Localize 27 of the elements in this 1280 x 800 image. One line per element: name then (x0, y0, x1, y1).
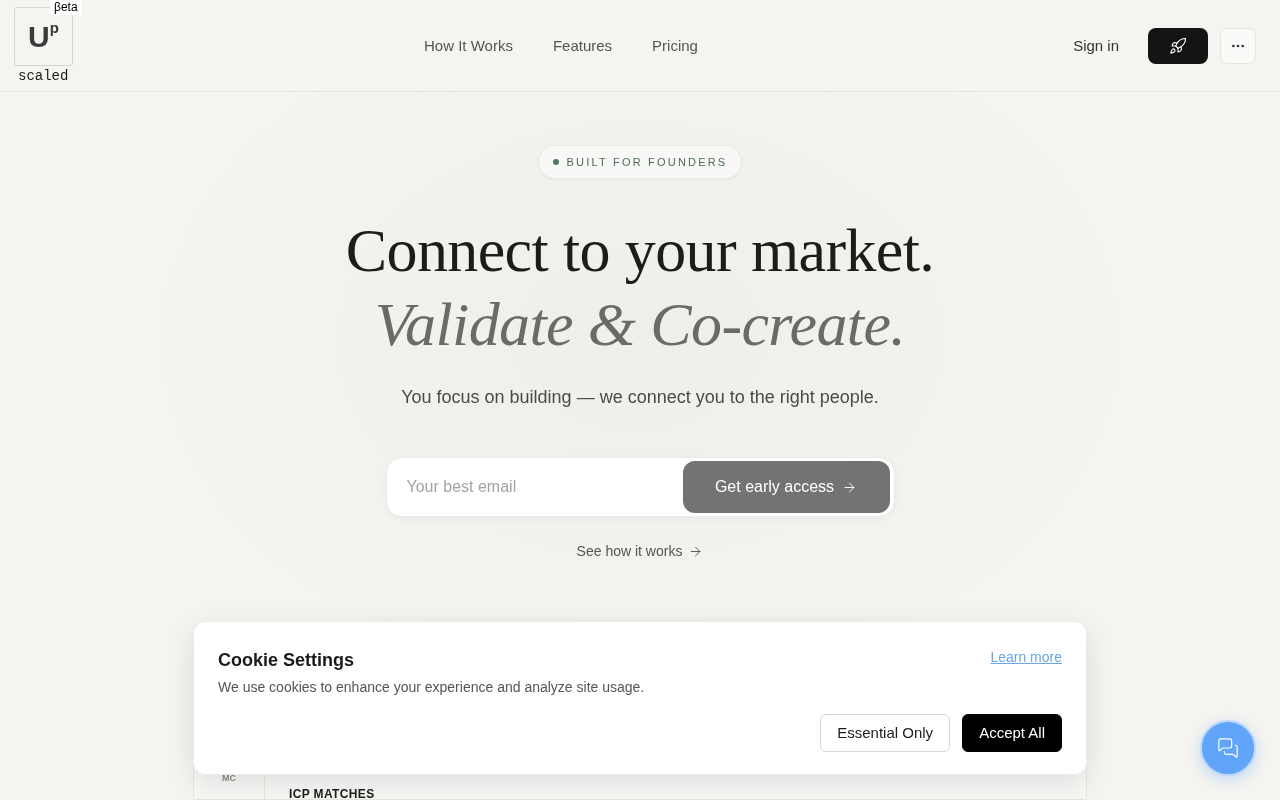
launch-button[interactable] (1148, 28, 1208, 64)
badge-text: BUILT FOR FOUNDERS (566, 154, 728, 170)
hero-subtitle: You focus on building — we connect you to the right people. (401, 386, 879, 409)
early-access-button[interactable]: Get early access (682, 461, 890, 513)
cookie-title: Cookie Settings (218, 649, 355, 672)
chat-bubbles-icon (1217, 737, 1239, 759)
email-form[interactable]: Your best email Get early access (385, 457, 895, 517)
arrow-right-icon (688, 543, 704, 559)
hero-title-italic: Validate & Co-create. (374, 289, 906, 360)
hero-title: Connect to your market. (345, 215, 935, 286)
arrow-right-icon (842, 479, 858, 495)
status-dot-icon (552, 159, 559, 165)
essential-button[interactable]: Essential Only (820, 714, 951, 752)
email-field[interactable]: Your best email (390, 462, 683, 512)
avatar-initials: MC (222, 773, 236, 785)
how-it-works-link[interactable]: See how it works (576, 541, 704, 561)
sign-in-link[interactable]: Sign in (1073, 34, 1119, 58)
logo-wordmark: scaled (18, 67, 69, 85)
nav-link[interactable]: How It Works (424, 34, 513, 58)
nav-link[interactable]: Features (552, 34, 613, 58)
cookie-text: We use cookies to enhance your experience and analyze site usage. (218, 678, 646, 697)
accept-button[interactable]: Accept All (962, 714, 1062, 752)
more-button[interactable] (1220, 28, 1256, 64)
rocket-icon (1169, 37, 1187, 55)
beta-label: βeta (50, 0, 82, 15)
nav-link[interactable]: Pricing (652, 34, 698, 58)
section-label: ICP MATCHES (289, 787, 375, 800)
